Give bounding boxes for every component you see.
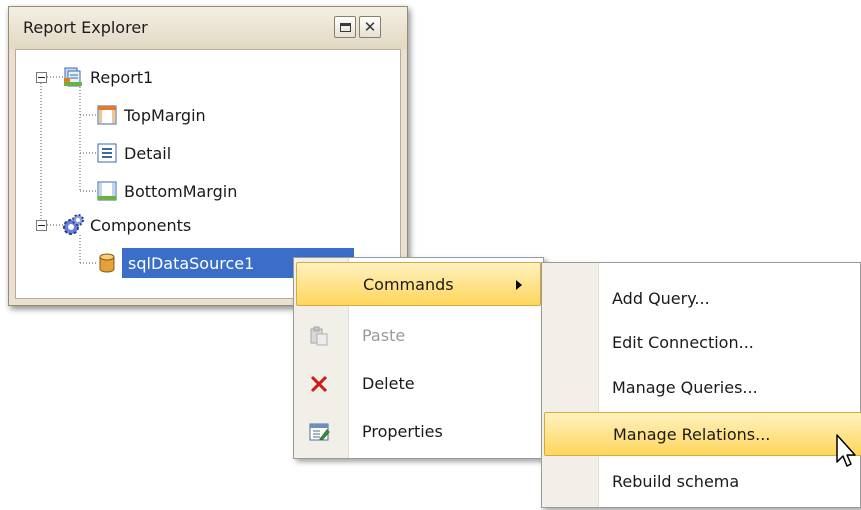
tree-node-label: BottomMargin <box>124 181 238 201</box>
tree-node-bottommargin[interactable]: BottomMargin <box>96 176 237 206</box>
panel-title: Report Explorer <box>23 18 148 37</box>
properties-icon <box>308 421 330 443</box>
submenu-item-manage-relations[interactable]: Manage Relations... <box>544 412 861 456</box>
close-button[interactable]: ✕ <box>359 16 381 38</box>
menu-item-label: Properties <box>362 422 443 441</box>
menu-item-label: Rebuild schema <box>612 472 740 491</box>
close-icon: ✕ <box>363 17 377 36</box>
commands-submenu: Add Query... Edit Connection... Manage Q… <box>541 262 861 508</box>
tree-node-label: Report1 <box>90 67 154 87</box>
menu-item-properties[interactable]: Properties <box>296 410 541 454</box>
band-icon <box>96 104 118 126</box>
menu-item-paste[interactable]: Paste <box>296 314 541 358</box>
tree-node-label: Detail <box>124 143 172 163</box>
menu-item-delete[interactable]: Delete <box>296 362 541 406</box>
submenu-item-manage-queries[interactable]: Manage Queries... <box>544 366 861 410</box>
tree-node-components[interactable]: Components <box>62 210 191 240</box>
menu-item-label: Add Query... <box>612 289 710 308</box>
menu-item-commands[interactable]: Commands <box>296 262 541 306</box>
menu-item-label: Commands <box>363 275 454 294</box>
database-icon <box>96 252 118 274</box>
panel-header: Report Explorer ✕ <box>9 7 407 49</box>
submenu-arrow-icon <box>516 280 522 290</box>
tree-node-topmargin[interactable]: TopMargin <box>96 100 206 130</box>
report-icon <box>62 66 84 88</box>
gear-icon <box>62 214 84 236</box>
maximize-button[interactable] <box>334 16 356 38</box>
menu-item-label: Manage Queries... <box>612 378 758 397</box>
paste-icon <box>308 325 330 347</box>
menu-item-label: Paste <box>362 326 406 345</box>
tree-node-detail[interactable]: Detail <box>96 138 171 168</box>
tree-node-report[interactable]: Report1 <box>62 62 153 92</box>
menu-item-label: Edit Connection... <box>612 333 754 352</box>
menu-item-label: Manage Relations... <box>613 425 771 444</box>
submenu-item-rebuild-schema[interactable]: Rebuild schema <box>544 460 861 504</box>
tree-node-label: TopMargin <box>124 105 206 125</box>
report-collapse-toggle[interactable] <box>36 72 47 83</box>
maximize-icon <box>339 22 351 32</box>
detail-band-icon <box>96 142 118 164</box>
tree-node-label: sqlDataSource1 <box>128 253 255 273</box>
tree-node-label: Components <box>90 215 192 235</box>
submenu-item-add-query[interactable]: Add Query... <box>544 277 861 321</box>
band-icon <box>96 180 118 202</box>
components-collapse-toggle[interactable] <box>36 220 47 231</box>
context-menu: Commands Paste Delete Properties <box>293 257 544 459</box>
mouse-cursor-icon <box>836 434 856 467</box>
menu-item-label: Delete <box>362 374 415 393</box>
delete-icon <box>308 373 330 395</box>
submenu-item-edit-connection[interactable]: Edit Connection... <box>544 321 861 365</box>
